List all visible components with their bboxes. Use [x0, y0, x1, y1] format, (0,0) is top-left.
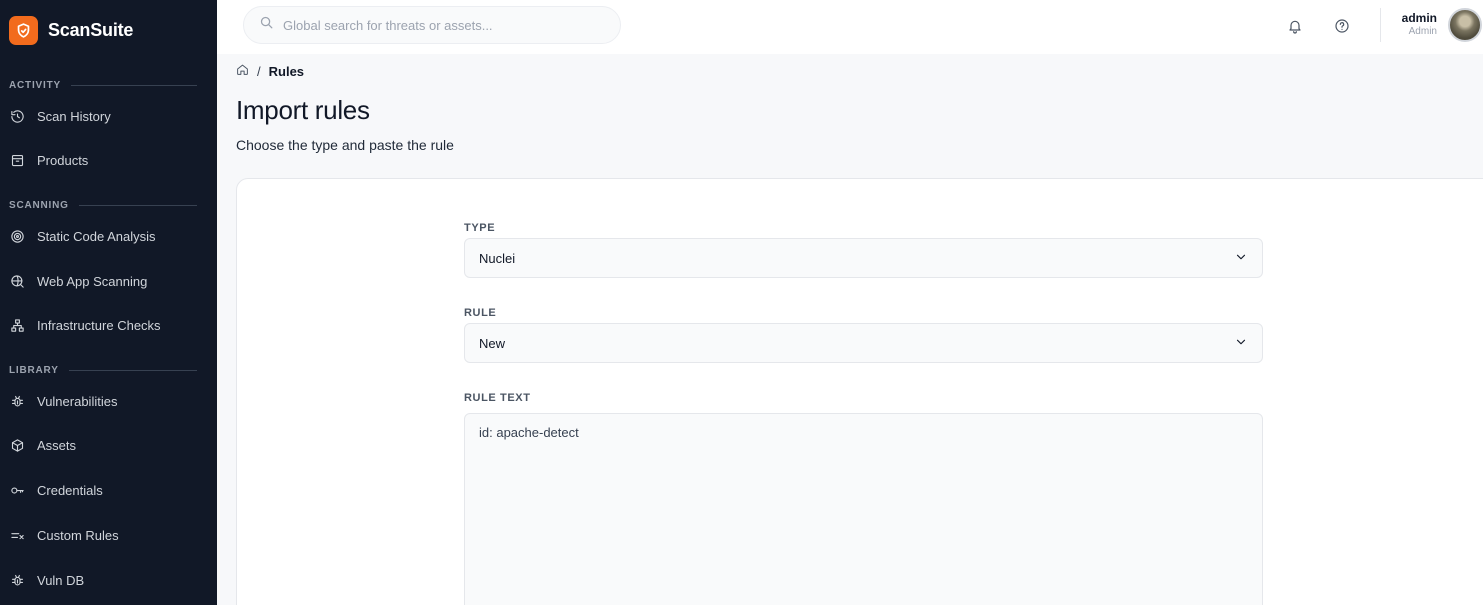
sidebar-item-label: Vuln DB [37, 572, 85, 588]
type-select[interactable]: Nuclei [464, 238, 1263, 278]
network-icon [9, 317, 26, 334]
sidebar-item-credentials[interactable]: Credentials [9, 479, 209, 501]
rule-text-textarea[interactable]: id: apache-detect [464, 413, 1263, 605]
rule-label: RULE [464, 307, 497, 319]
avatar[interactable] [1448, 8, 1482, 42]
shield-logo-icon [9, 16, 38, 45]
import-rules-card: TYPE Nuclei RULE New RULE TEXT id: apach… [236, 178, 1483, 605]
topbar-divider [1380, 8, 1381, 42]
section-label-activity: ACTIVITY [9, 80, 197, 91]
chevron-down-icon [1234, 335, 1248, 352]
page-subtitle: Choose the type and paste the rule [236, 137, 454, 153]
sidebar-item-label: Web App Scanning [37, 273, 148, 289]
target-icon [9, 228, 26, 245]
sidebar-item-web-app-scanning[interactable]: Web App Scanning [9, 270, 209, 292]
topbar: admin Admin [217, 0, 1483, 54]
sidebar-item-infrastructure-checks[interactable]: Infrastructure Checks [9, 314, 209, 336]
rule-select[interactable]: New [464, 323, 1263, 363]
sidebar-item-static-code-analysis[interactable]: Static Code Analysis [9, 225, 209, 247]
brand-name: ScanSuite [48, 20, 134, 40]
type-label: TYPE [464, 222, 496, 234]
sidebar-item-label: Products [37, 152, 89, 168]
bug-icon [9, 393, 26, 410]
sidebar: ScanSuite ACTIVITY Scan History Products… [0, 0, 217, 605]
sidebar-item-label: Credentials [37, 482, 103, 498]
sidebar-item-label: Static Code Analysis [37, 228, 156, 244]
user-role: Admin [1408, 26, 1437, 37]
brand[interactable]: ScanSuite [9, 16, 133, 45]
sidebar-item-scan-history[interactable]: Scan History [9, 105, 209, 127]
user-menu[interactable]: admin Admin [1402, 11, 1437, 37]
sidebar-item-label: Infrastructure Checks [37, 317, 161, 333]
rule-text-label: RULE TEXT [464, 392, 531, 404]
search-input[interactable] [283, 17, 603, 33]
sidebar-item-vulnerabilities[interactable]: Vulnerabilities [9, 390, 209, 412]
help-icon[interactable] [1331, 15, 1353, 37]
list-check-icon [9, 527, 26, 544]
sidebar-item-products[interactable]: Products [9, 149, 209, 171]
home-icon[interactable] [236, 63, 249, 79]
page-title: Import rules [236, 95, 370, 125]
bug-icon [9, 572, 26, 589]
key-icon [9, 482, 26, 499]
sidebar-item-assets[interactable]: Assets [9, 434, 209, 456]
sidebar-item-custom-rules[interactable]: Custom Rules [9, 524, 209, 546]
cube-icon [9, 437, 26, 454]
user-name: admin [1401, 11, 1437, 25]
globe-search-icon [9, 273, 26, 290]
section-label-scanning: SCANNING [9, 200, 197, 211]
rule-select-value: New [479, 335, 506, 351]
search-icon [259, 15, 274, 35]
type-select-value: Nuclei [479, 250, 516, 266]
breadcrumb-current: Rules [268, 63, 305, 79]
section-label-library: LIBRARY [9, 365, 197, 376]
history-icon [9, 108, 26, 125]
sidebar-item-label: Custom Rules [37, 527, 119, 543]
sidebar-item-label: Assets [37, 437, 77, 453]
sidebar-item-label: Scan History [37, 108, 111, 124]
chevron-down-icon [1234, 250, 1248, 267]
archive-icon [9, 152, 26, 169]
global-search[interactable] [243, 6, 621, 44]
breadcrumb-separator: / [257, 63, 261, 79]
breadcrumb: / Rules [236, 63, 304, 79]
notifications-bell-icon[interactable] [1284, 15, 1306, 37]
sidebar-item-vuln-db[interactable]: Vuln DB [9, 569, 209, 591]
sidebar-item-label: Vulnerabilities [37, 393, 118, 409]
